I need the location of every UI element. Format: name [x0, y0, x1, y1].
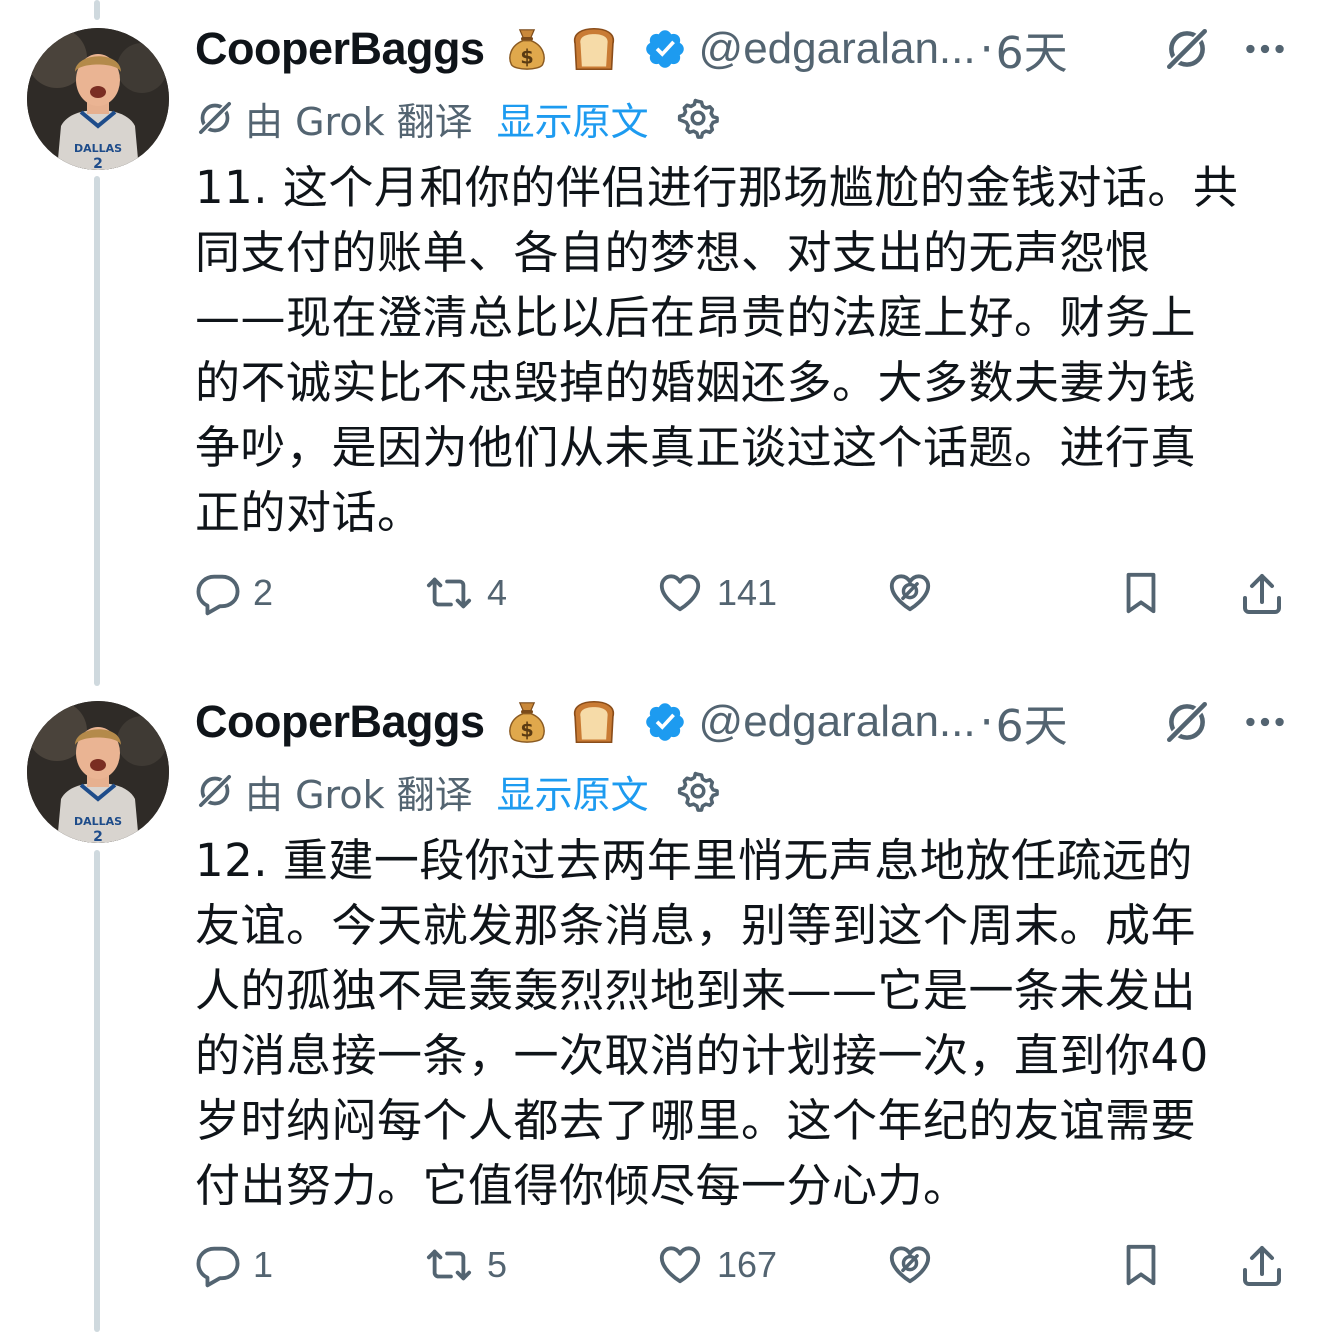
grok-icon[interactable] [1162, 24, 1212, 74]
more-options-icon[interactable] [1240, 697, 1290, 747]
avatar-jersey-number: 2 [93, 829, 103, 843]
timestamp[interactable]: 6天 [996, 17, 1068, 81]
gear-icon[interactable] [677, 97, 719, 139]
money-bag-icon [503, 25, 551, 73]
tweet-text: 12. 重建一段你过去两年里悄无声息地放任疏远的 友谊。今天就发那条消息，别等到… [195, 834, 1209, 1212]
share-icon [1238, 1242, 1286, 1290]
avatar-jersey-text: DALLAS [74, 142, 122, 155]
translation-bar: 由 Grok 翻译 显示原文 [195, 90, 719, 146]
display-name[interactable]: CooperBaggs [195, 696, 485, 748]
verified-badge-icon[interactable] [643, 27, 687, 71]
grok-heart-icon [885, 570, 935, 616]
share-button[interactable] [1238, 1242, 1286, 1290]
repost-button[interactable]: 4 [423, 570, 507, 616]
bread-icon [567, 22, 621, 76]
grok-translate-icon [195, 771, 235, 811]
like-button[interactable]: 141 [655, 570, 777, 616]
avatar[interactable]: DALLAS 2 [27, 701, 169, 843]
translation-bar: 由 Grok 翻译 显示原文 [195, 763, 719, 819]
avatar-jersey-number: 2 [93, 156, 103, 170]
show-original-link[interactable]: 显示原文 [497, 764, 649, 819]
reply-icon [195, 1242, 241, 1288]
handle[interactable]: @edgaralan... [699, 697, 976, 747]
grok-analyze-button[interactable] [885, 1242, 935, 1288]
reply-button[interactable]: 1 [195, 1242, 273, 1288]
more-options-icon[interactable] [1240, 24, 1290, 74]
bookmark-icon [1118, 1242, 1164, 1288]
share-icon [1238, 570, 1286, 618]
show-original-link[interactable]: 显示原文 [497, 91, 649, 146]
verified-badge-icon[interactable] [643, 700, 687, 744]
separator-dot: · [979, 23, 994, 75]
translated-by-label: 由 Grok 翻译 [245, 772, 473, 817]
like-button[interactable]: 167 [655, 1242, 777, 1288]
share-button[interactable] [1238, 570, 1286, 618]
money-bag-icon [503, 698, 551, 746]
like-count: 167 [717, 1244, 778, 1285]
grok-analyze-button[interactable] [885, 570, 935, 616]
avatar-image: DALLAS 2 [27, 28, 169, 170]
grok-heart-icon [885, 1242, 935, 1288]
avatar-jersey-text: DALLAS [74, 815, 122, 828]
grok-translate-icon [195, 98, 235, 138]
reply-count: 1 [253, 1244, 274, 1285]
bookmark-button[interactable] [1118, 570, 1164, 616]
reply-icon [195, 570, 241, 616]
tweet-text: 11. 这个月和你的伴侣进行那场尴尬的金钱对话。共 同支付的账单、各自的梦想、对… [195, 161, 1239, 539]
reply-count: 2 [253, 572, 274, 613]
avatar-image: DALLAS 2 [27, 701, 169, 843]
repost-button[interactable]: 5 [423, 1242, 507, 1288]
display-name[interactable]: CooperBaggs [195, 23, 485, 75]
like-icon [655, 570, 705, 616]
bread-icon [567, 695, 621, 749]
tweet-2[interactable]: DALLAS 2 CooperBaggs @edgaralan... · 6天 … [0, 673, 1320, 1332]
like-count: 141 [717, 572, 778, 613]
repost-icon [423, 570, 475, 616]
tweet-1[interactable]: DALLAS 2 CooperBaggs @edgaralan... · 6天 … [0, 0, 1320, 680]
timestamp[interactable]: 6天 [996, 690, 1068, 754]
bookmark-button[interactable] [1118, 1242, 1164, 1288]
avatar[interactable]: DALLAS 2 [27, 28, 169, 170]
tweet-header: CooperBaggs @edgaralan... · 6天 [195, 687, 1320, 757]
bookmark-icon [1118, 570, 1164, 616]
tweet-header: CooperBaggs @edgaralan... · 6天 [195, 14, 1320, 84]
handle[interactable]: @edgaralan... [699, 24, 976, 74]
repost-count: 5 [487, 1244, 508, 1285]
translated-by-label: 由 Grok 翻译 [245, 99, 473, 144]
reply-button[interactable]: 2 [195, 570, 273, 616]
grok-icon[interactable] [1162, 697, 1212, 747]
repost-icon [423, 1242, 475, 1288]
action-bar: 1 5 167 [0, 1242, 1320, 1302]
like-icon [655, 1242, 705, 1288]
separator-dot: · [979, 696, 994, 748]
repost-count: 4 [487, 572, 508, 613]
action-bar: 2 4 141 [0, 570, 1320, 630]
gear-icon[interactable] [677, 770, 719, 812]
